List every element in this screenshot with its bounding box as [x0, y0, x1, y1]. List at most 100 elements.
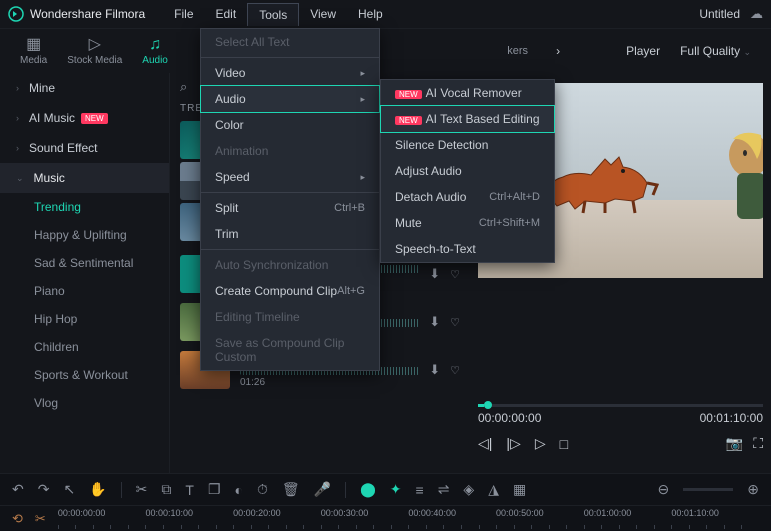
audio-icon: ♫: [142, 37, 168, 53]
download-icon[interactable]: ⬇: [429, 314, 440, 330]
subitem-vlog[interactable]: Vlog: [0, 389, 169, 417]
voice-icon[interactable]: 🎤: [314, 481, 331, 498]
menu-create-compound[interactable]: Create Compound ClipAlt+G: [201, 278, 379, 304]
tab-media[interactable]: ▦ Media: [20, 37, 47, 66]
subitem-piano[interactable]: Piano: [0, 277, 169, 305]
text-icon[interactable]: T: [185, 482, 194, 498]
subitem-hiphop[interactable]: Hip Hop: [0, 305, 169, 333]
menu-animation: Animation: [201, 138, 379, 164]
timeline-cut-icon[interactable]: ✂: [35, 511, 46, 527]
submenu-adjust-audio[interactable]: Adjust Audio: [381, 158, 554, 184]
download-icon[interactable]: ⬇: [429, 362, 440, 378]
subitem-sad[interactable]: Sad & Sentimental: [0, 249, 169, 277]
player-label: Player: [626, 44, 660, 58]
cursor-icon[interactable]: ↖: [63, 481, 75, 498]
submenu-mute[interactable]: MuteCtrl+Shift+M: [381, 210, 554, 236]
menu-tools[interactable]: Tools: [247, 3, 299, 26]
cut-icon[interactable]: ✂: [136, 481, 148, 498]
timeline-lock-icon[interactable]: ⟲: [12, 511, 23, 527]
chevron-right-icon: ▸: [360, 68, 365, 79]
heart-icon[interactable]: ♡: [450, 268, 460, 281]
camera-icon[interactable]: 📷: [726, 435, 743, 452]
heart-icon[interactable]: ♡: [450, 316, 460, 329]
play-icon[interactable]: ▷: [535, 435, 546, 452]
menu-audio[interactable]: Audio▸: [200, 85, 380, 113]
download-icon[interactable]: ⬇: [429, 266, 440, 282]
menu-video[interactable]: Video▸: [201, 60, 379, 86]
sidebar-item-mine[interactable]: ›Mine: [0, 73, 169, 103]
media-icon: ▦: [20, 37, 47, 53]
chevron-right-icon: ▸: [360, 94, 365, 105]
speed-icon[interactable]: ⏱: [257, 481, 268, 498]
scene-boy: [713, 129, 763, 239]
menu-file[interactable]: File: [163, 3, 204, 26]
crop-icon[interactable]: ⧉: [161, 481, 171, 498]
menu-edit[interactable]: Edit: [205, 3, 248, 26]
new-badge: NEW: [395, 116, 422, 125]
marker-icon[interactable]: ◮: [488, 481, 499, 498]
app-name: Wondershare Filmora: [30, 7, 145, 21]
subitem-trending[interactable]: Trending: [0, 193, 169, 221]
submenu-ai-vocal-remover[interactable]: NEWAI Vocal Remover: [381, 80, 554, 106]
timeline-tick: 00:00:00:00: [58, 508, 106, 518]
menu-editing-timeline: Editing Timeline: [201, 304, 379, 330]
menu-speed[interactable]: Speed▸: [201, 164, 379, 190]
eq-icon[interactable]: ≡: [416, 482, 424, 498]
stock-media-icon: ▷: [67, 37, 122, 53]
subitem-sports[interactable]: Sports & Workout: [0, 361, 169, 389]
layers-icon[interactable]: ▦: [513, 481, 526, 498]
undo-icon[interactable]: ↶: [12, 481, 24, 498]
submenu-speech-to-text[interactable]: Speech-to-Text: [381, 236, 554, 262]
heart-icon[interactable]: ♡: [450, 364, 460, 377]
redo-icon[interactable]: ↷: [38, 481, 50, 498]
partial-tab-kers[interactable]: kers: [507, 45, 528, 57]
app-logo: [8, 6, 24, 22]
delete-icon[interactable]: 🗑: [282, 481, 300, 498]
subitem-children[interactable]: Children: [0, 333, 169, 361]
track-duration: 01:26: [240, 377, 419, 388]
effect-icon[interactable]: ◈: [463, 481, 474, 498]
submenu-ai-text-based-editing[interactable]: NEWAI Text Based Editing: [380, 105, 555, 133]
sidebar-item-ai-music[interactable]: ›AI MusicNEW: [0, 103, 169, 133]
skip-back-icon[interactable]: ◁|: [478, 435, 492, 452]
chevron-right-icon: ›: [16, 113, 19, 123]
zoom-out-icon[interactable]: ⊖: [658, 481, 670, 498]
menu-trim[interactable]: Trim: [201, 221, 379, 247]
zoom-slider[interactable]: [683, 488, 733, 491]
search-icon[interactable]: ⌕: [180, 79, 187, 95]
menu-view[interactable]: View: [299, 3, 347, 26]
fullscreen-icon[interactable]: ⛶: [753, 435, 763, 452]
timeline-ruler[interactable]: 00:00:00:0000:00:10:0000:00:20:0000:00:3…: [58, 506, 759, 531]
menubar: File Edit Tools View Help: [163, 3, 394, 26]
menu-color[interactable]: Color: [201, 112, 379, 138]
timeline-toolbar: ↶ ↷ ↖ ✋ ✂ ⧉ T ❐ ◐ ⏱ 🗑 🎤 ⬤ ✦ ≡ ⇌ ◈ ◮ ▦ ⊖ …: [0, 473, 771, 505]
tabs-more-icon[interactable]: ›: [556, 44, 560, 58]
sidebar-item-sound-effect[interactable]: ›Sound Effect: [0, 133, 169, 163]
stop-icon[interactable]: □: [560, 436, 568, 452]
step-back-icon[interactable]: |▷: [506, 435, 520, 452]
timeline-tick: 00:01:10:00: [671, 508, 719, 518]
mix-icon[interactable]: ⇌: [438, 481, 450, 498]
subitem-happy[interactable]: Happy & Uplifting: [0, 221, 169, 249]
submenu-detach-audio[interactable]: Detach AudioCtrl+Alt+D: [381, 184, 554, 210]
timeline-tick: 00:00:10:00: [145, 508, 193, 518]
sparkle-icon[interactable]: ✦: [390, 481, 402, 498]
new-badge: NEW: [81, 113, 108, 124]
tab-stock-media[interactable]: ▷ Stock Media: [67, 37, 122, 66]
new-badge: NEW: [395, 90, 422, 99]
menu-help[interactable]: Help: [347, 3, 394, 26]
ai-icon[interactable]: ⬤: [360, 481, 376, 498]
chevron-right-icon: ›: [16, 143, 19, 153]
scrubber-track[interactable]: [478, 404, 763, 407]
menu-split[interactable]: SplitCtrl+B: [201, 195, 379, 221]
tab-audio[interactable]: ♫ Audio: [142, 37, 168, 66]
sidebar: ›Mine ›AI MusicNEW ›Sound Effect ⌄Music …: [0, 73, 170, 473]
quality-select[interactable]: Full Quality ⌄: [680, 44, 751, 58]
copy-icon[interactable]: ❐: [208, 481, 221, 498]
zoom-in-icon[interactable]: ⊕: [747, 481, 759, 498]
color-icon[interactable]: ◐: [235, 482, 243, 498]
submenu-silence-detection[interactable]: Silence Detection: [381, 132, 554, 158]
sidebar-item-music[interactable]: ⌄Music: [0, 163, 169, 193]
cloud-icon[interactable]: ☁: [750, 6, 763, 22]
hand-icon[interactable]: ✋: [89, 481, 106, 498]
